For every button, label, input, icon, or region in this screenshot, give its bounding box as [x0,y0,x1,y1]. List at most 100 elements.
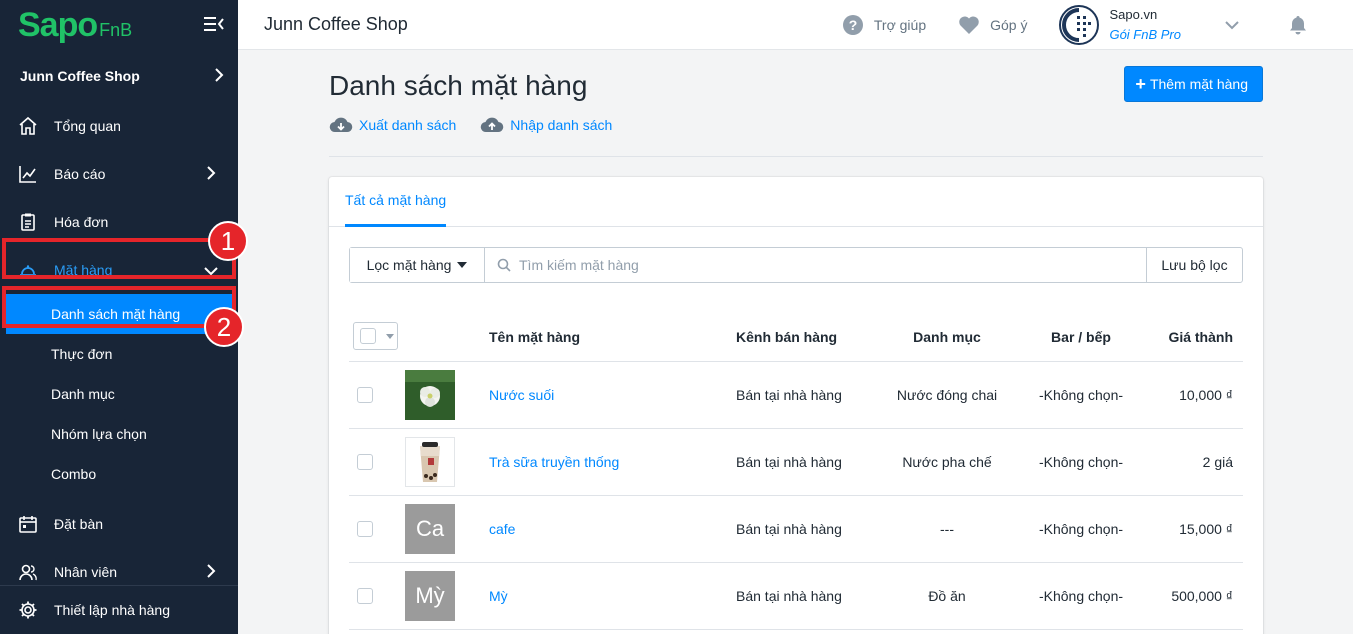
highlight-box-products [2,238,236,279]
bar-kitchen: -Không chọn- [1038,521,1124,537]
collapse-menu-icon[interactable] [204,15,224,33]
account-plan: Gói FnB Pro [1109,27,1181,42]
sidebar-subitem-option-groups[interactable]: Nhóm lựa chọn [0,414,238,454]
filter-products-button[interactable]: Lọc mặt hàng [350,248,485,282]
add-product-button[interactable]: + Thêm mặt hàng [1124,66,1263,102]
sidebar-subitem-label: Nhóm lựa chọn [51,426,147,442]
sidebar-subitem-combo[interactable]: Combo [0,454,238,494]
page-actions: Xuất danh sách Nhập danh sách [329,116,636,134]
topbar: Junn Coffee Shop ? Trợ giúp Góp ý Sapo.v… [238,0,1353,50]
product-name-link[interactable]: Nước suối [489,387,554,403]
bar-kitchen: -Không chọn- [1038,387,1124,403]
calendar-icon [18,514,38,534]
filter-label: Lọc mặt hàng [366,257,452,273]
chart-line-icon [18,164,38,184]
chevron-right-icon [207,166,216,180]
sales-channel: Bán tại nhà hàng [736,588,842,604]
product-thumbnail-milk-tea [405,437,455,487]
category: --- [940,521,954,537]
sidebar-item-label: Tổng quan [54,118,121,134]
cloud-upload-icon [481,117,504,133]
sidebar-item-reservations[interactable]: Đặt bàn [0,500,238,548]
column-header-price[interactable]: Giá thành [1168,329,1233,345]
sales-channel: Bán tại nhà hàng [736,387,842,403]
select-all-checkbox[interactable] [360,328,376,344]
tab-all-products[interactable]: Tất cả mặt hàng [345,177,447,227]
bell-icon[interactable] [1289,15,1307,35]
table-row[interactable]: Ca cafe Bán tại nhà hàng --- -Không chọn… [349,496,1243,563]
search-placeholder: Tìm kiếm mặt hàng [519,257,639,273]
sapo-logo[interactable]: Sapo FnB [18,6,132,45]
row-checkbox[interactable] [357,387,373,403]
logo-row: Sapo FnB [0,0,238,50]
row-checkbox[interactable] [357,521,373,537]
table-header: Tên mặt hàng Kênh bán hàng Danh mục Bar … [349,312,1243,362]
account-name: Sapo.vn [1109,7,1158,22]
export-label: Xuất danh sách [359,117,457,133]
shop-title: Junn Coffee Shop [264,14,408,34]
product-thumbnail-flower [405,370,455,420]
account-menu[interactable]: Sapo.vn Gói FnB Pro [1059,5,1269,45]
column-header-bar-kitchen[interactable]: Bar / bếp [1025,329,1137,345]
bar-kitchen: -Không chọn- [1038,454,1124,470]
export-list-link[interactable]: Xuất danh sách [329,116,456,134]
bulk-select-dropdown[interactable] [353,322,398,350]
product-thumbnail-initials: Mỳ [405,571,455,621]
topbar-right: ? Trợ giúp Góp ý Sapo.vn Gói FnB Pro [842,0,1353,50]
chevron-right-icon [215,68,224,82]
price: 10,000 ₫ [1179,387,1233,403]
caret-down-icon [457,262,468,268]
add-product-label: Thêm mặt hàng [1149,76,1248,92]
help-icon: ? [842,15,863,35]
step-badge-1: 1 [208,221,248,261]
category: Nước pha chế [902,454,992,470]
highlight-box-product-list [2,286,236,328]
import-list-link[interactable]: Nhập danh sách [480,116,612,134]
sidebar-item-label: Báo cáo [54,166,106,182]
feedback-label: Góp ý [990,17,1028,33]
product-name-link[interactable]: cafe [489,521,515,537]
table-row[interactable]: Mỳ Mỳ Bán tại nhà hàng Đồ ăn -Không chọn… [349,563,1243,630]
tabs: Tất cả mặt hàng [329,177,1263,227]
column-header-category[interactable]: Danh mục [869,329,1025,345]
feedback-link[interactable]: Góp ý [958,15,1027,35]
bar-kitchen: -Không chọn- [1038,588,1124,604]
price: 500,000 ₫ [1171,588,1233,604]
sidebar-subitem-categories[interactable]: Danh mục [0,374,238,414]
product-name-link[interactable]: Trà sữa truyền thống [489,454,619,470]
sidebar-item-overview[interactable]: Tổng quan [0,102,238,150]
sidebar-item-restaurant-settings[interactable]: Thiết lập nhà hàng [0,586,238,634]
sidebar-item-reports[interactable]: Báo cáo [0,150,238,198]
users-icon [18,562,38,582]
column-header-channel[interactable]: Kênh bán hàng [736,329,837,345]
step-badge-2: 2 [204,307,244,347]
help-label: Trợ giúp [873,17,927,33]
logo-sub-text: FnB [99,19,133,40]
sidebar-item-label: Hóa đơn [54,214,109,230]
sidebar: Sapo FnB Junn Coffee Shop Tổng quan Báo … [0,0,238,634]
table-row[interactable]: Nước suối Bán tại nhà hàng Nước đóng cha… [349,362,1243,429]
table-row[interactable]: Trà sữa truyền thống Bán tại nhà hàng Nư… [349,429,1243,496]
row-checkbox[interactable] [357,588,373,604]
help-link[interactable]: ? Trợ giúp [842,14,926,36]
sidebar-item-label: Nhân viên [54,564,118,580]
sidebar-subitem-label: Danh mục [51,386,115,402]
save-filter-button[interactable]: Lưu bộ lọc [1146,248,1242,282]
account-avatar [1059,5,1100,45]
chevron-down-icon [1225,21,1239,30]
search-input[interactable]: Tìm kiếm mặt hàng [485,248,1146,282]
svg-text:?: ? [849,17,858,33]
plus-icon: + [1135,73,1146,94]
column-header-name[interactable]: Tên mặt hàng [489,329,580,345]
product-name-link[interactable]: Mỳ [489,588,508,604]
gear-icon [18,600,38,620]
price: 15,000 ₫ [1179,521,1233,537]
row-checkbox[interactable] [357,454,373,470]
shop-selector[interactable]: Junn Coffee Shop [0,50,238,102]
sidebar-subitem-menu[interactable]: Thực đơn [0,334,238,374]
divider [329,156,1263,157]
logo-main-text: Sapo [18,5,98,44]
filter-bar: Lọc mặt hàng Tìm kiếm mặt hàng Lưu bộ lọ… [349,247,1243,283]
sales-channel: Bán tại nhà hàng [736,521,842,537]
products-table: Tên mặt hàng Kênh bán hàng Danh mục Bar … [349,312,1243,630]
